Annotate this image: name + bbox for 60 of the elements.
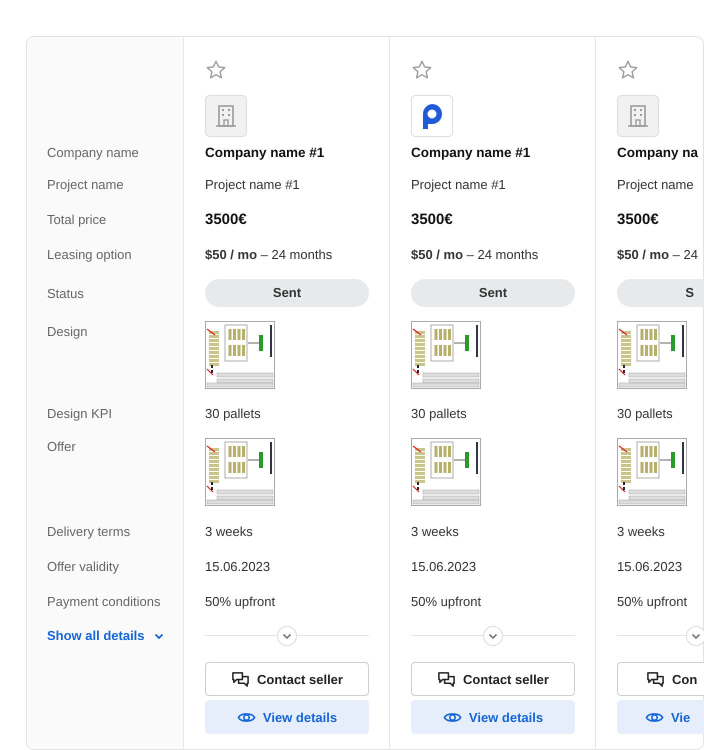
payment-conditions: 50% upfront — [205, 594, 276, 608]
row-label: Company name — [47, 144, 139, 160]
total-price: 3500€ — [617, 211, 659, 228]
chat-bubbles-icon — [646, 670, 665, 688]
row-label: Project name — [47, 177, 124, 192]
company-name: Company na — [617, 144, 698, 160]
row-label: Status — [47, 286, 84, 300]
row-label: Design KPI — [47, 406, 112, 421]
delivery-terms: 3 weeks — [617, 524, 665, 538]
project-name: Project name — [617, 177, 694, 192]
chevron-down-icon[interactable] — [686, 626, 704, 646]
payment-conditions: 50% upfront — [411, 594, 482, 608]
project-name: Project name #1 — [411, 177, 506, 192]
warehouse-layout-drawing — [411, 438, 481, 506]
total-price: 3500€ — [205, 211, 247, 228]
status-pill: Sent — [205, 279, 369, 307]
warehouse-layout-drawing — [205, 438, 275, 506]
row-label: Delivery terms — [47, 524, 130, 538]
chat-bubbles-icon — [437, 670, 456, 688]
contact-seller-button[interactable]: Contact seller — [205, 662, 369, 696]
total-price: 3500€ — [411, 211, 453, 228]
leasing-option: $50 / mo – 24 — [617, 247, 698, 262]
design-kpi: 30 pallets — [617, 406, 673, 421]
star-icon[interactable] — [205, 59, 227, 81]
status-pill: Sent — [411, 279, 575, 307]
payment-conditions: 50% upfront — [617, 594, 688, 608]
delivery-terms: 3 weeks — [411, 524, 459, 538]
offer-validity: 15.06.2023 — [411, 559, 476, 574]
chevron-down-icon[interactable] — [483, 626, 503, 646]
contact-seller-button[interactable]: Con — [617, 662, 704, 696]
view-details-button[interactable]: View details — [205, 700, 369, 734]
row-label: Total price — [47, 212, 106, 227]
view-details-button[interactable]: Vie — [617, 700, 704, 734]
design-kpi: 30 pallets — [411, 406, 467, 421]
contact-seller-button[interactable]: Contact seller — [411, 662, 575, 696]
row-label: Offer — [47, 439, 76, 454]
company-name: Company name #1 — [411, 144, 530, 160]
leasing-option: $50 / mo – 24 months — [205, 247, 332, 262]
warehouse-layout-drawing — [205, 321, 275, 389]
show-all-details-link[interactable]: Show all details — [47, 628, 165, 643]
chat-bubbles-icon — [231, 670, 250, 688]
row-label: Leasing option — [47, 247, 132, 262]
row-label: Offer validity — [47, 559, 120, 574]
offer-validity: 15.06.2023 — [617, 559, 682, 574]
warehouse-layout-drawing — [411, 321, 481, 389]
leasing-option: $50 / mo – 24 months — [411, 247, 538, 262]
view-details-button[interactable]: View details — [411, 700, 575, 734]
project-name: Project name #1 — [205, 177, 300, 192]
company-name: Company name #1 — [205, 144, 324, 160]
offer-validity: 15.06.2023 — [205, 559, 270, 574]
status-pill: S — [617, 279, 704, 307]
chevron-down-icon[interactable] — [277, 626, 297, 646]
row-label: Design — [47, 324, 88, 339]
warehouse-layout-drawing — [617, 438, 687, 506]
design-kpi: 30 pallets — [205, 406, 261, 421]
star-icon[interactable] — [617, 59, 639, 81]
delivery-terms: 3 weeks — [205, 524, 253, 538]
row-label: Payment conditions — [47, 594, 160, 608]
warehouse-layout-drawing — [617, 321, 687, 389]
star-icon[interactable] — [411, 59, 433, 81]
